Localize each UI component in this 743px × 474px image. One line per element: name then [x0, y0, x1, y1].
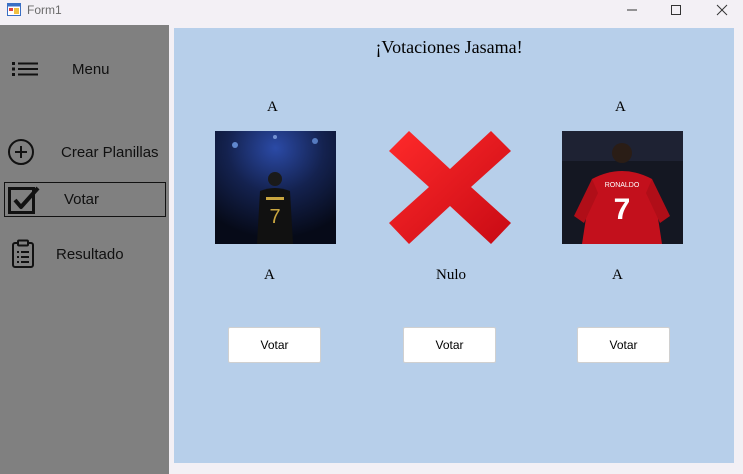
- minimize-icon: [627, 9, 637, 11]
- candidate-2-bottom-label: Nulo: [436, 267, 466, 283]
- app-icon: [7, 3, 21, 16]
- window-title: Form1: [27, 3, 62, 17]
- checkbox-icon: [8, 186, 40, 214]
- candidate-3-bottom-label: A: [612, 267, 623, 283]
- svg-text:RONALDO: RONALDO: [605, 182, 640, 189]
- minimize-button[interactable]: [609, 0, 655, 20]
- red-x-icon: [389, 131, 511, 244]
- clipboard-icon: [12, 239, 34, 268]
- sidebar-item-resultado[interactable]: Resultado: [10, 238, 165, 270]
- sidebar-item-label: Crear Planillas: [61, 143, 159, 161]
- player-photo-back-red-jersey: RONALDO 7: [562, 131, 683, 244]
- candidate-1-photo: 7: [215, 131, 336, 244]
- candidate-3-top-label: A: [615, 99, 626, 115]
- candidate-1-bottom-label: A: [264, 267, 275, 283]
- close-icon: [716, 4, 728, 16]
- svg-text:7: 7: [614, 193, 631, 226]
- menu-toggle[interactable]: Menu: [10, 55, 160, 83]
- add-circle-icon: [8, 139, 34, 165]
- candidate-3-photo: RONALDO 7: [562, 131, 683, 244]
- vote-button-nulo[interactable]: Votar: [403, 327, 496, 363]
- title-bar: Form1: [0, 0, 743, 22]
- sidebar-item-label: Resultado: [56, 245, 124, 263]
- page-title: ¡Votaciones Jasama!: [375, 37, 523, 57]
- menu-label: Menu: [72, 60, 110, 78]
- sidebar-item-crear-planillas[interactable]: Crear Planillas: [7, 136, 165, 168]
- close-button[interactable]: [699, 0, 743, 20]
- vote-button-candidate-1[interactable]: Votar: [228, 327, 321, 363]
- hamburger-list-icon: [12, 62, 38, 76]
- maximize-button[interactable]: [653, 0, 699, 20]
- sidebar-item-votar[interactable]: Votar: [4, 182, 166, 217]
- nulo-image: [389, 131, 512, 244]
- player-photo-back-dark-jersey: 7: [215, 131, 336, 244]
- svg-text:7: 7: [269, 206, 280, 228]
- maximize-icon: [671, 5, 681, 15]
- window-bottom-edge: [169, 463, 743, 474]
- vote-button-candidate-3[interactable]: Votar: [577, 327, 670, 363]
- sidebar-item-label: Votar: [64, 191, 100, 208]
- sidebar: Menu Crear Planillas Votar Resultado: [0, 25, 169, 474]
- voting-panel: ¡Votaciones Jasama! A 7 A Votar Nulo Vot…: [174, 28, 734, 463]
- candidate-1-top-label: A: [267, 99, 278, 115]
